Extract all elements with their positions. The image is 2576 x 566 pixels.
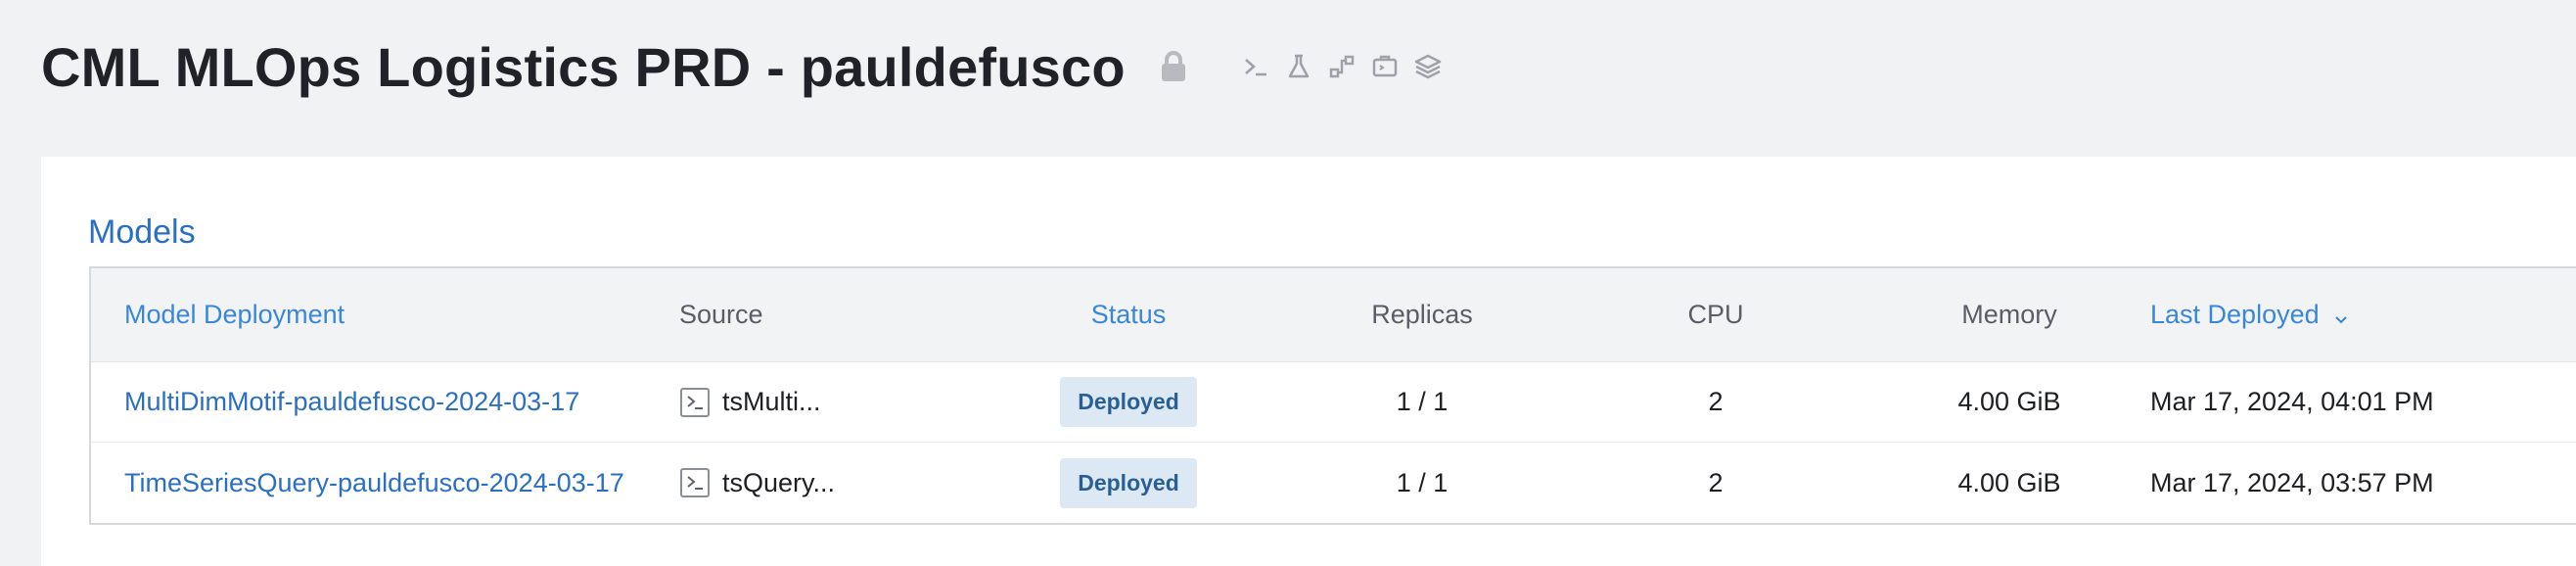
cpu-value: 2 <box>1708 467 1724 497</box>
replicas-value: 1 / 1 <box>1396 467 1449 497</box>
terminal-icon <box>679 387 711 418</box>
status-cell: Deployed <box>1055 377 1202 427</box>
column-header-status[interactable]: Status <box>1055 300 1202 330</box>
column-header-memory: Memory <box>1961 300 2057 329</box>
column-header-source: Source <box>679 300 763 329</box>
lock-icon <box>1159 50 1188 83</box>
status-badge: Deployed <box>1060 457 1197 508</box>
flask-icon[interactable] <box>1284 52 1313 81</box>
table-header: Model Deployment Source Status Replicas … <box>91 268 2576 362</box>
layers-icon[interactable] <box>1413 52 1443 81</box>
source-label[interactable]: tsQuery... <box>722 468 835 498</box>
column-header-last-deployed[interactable]: Last Deployed <box>2150 300 2351 330</box>
table-row: TimeSeriesQuery-pauldefusco-2024-03-17 t… <box>91 443 2576 523</box>
status-badge: Deployed <box>1060 377 1197 427</box>
last-deployed-value: Mar 17, 2024, 03:57 PM <box>2150 467 2434 497</box>
project-header: CML MLOps Logistics PRD - pauldefusco <box>41 29 1443 104</box>
terminal-icon[interactable] <box>1241 52 1270 81</box>
models-section-title: Models <box>88 213 196 251</box>
project-title: CML MLOps Logistics PRD - pauldefusco <box>41 35 1126 98</box>
replicas-value: 1 / 1 <box>1396 387 1449 416</box>
terminal-icon <box>679 467 711 498</box>
status-cell: Deployed <box>1055 457 1202 508</box>
last-deployed-label: Last Deployed <box>2150 300 2320 329</box>
column-header-cpu: CPU <box>1687 300 1744 329</box>
cpu-value: 2 <box>1708 387 1724 416</box>
deployment-link[interactable]: TimeSeriesQuery-pauldefusco-2024-03-17 <box>124 468 624 498</box>
models-panel: Models Model Deployment Source Status Re… <box>41 157 2576 566</box>
memory-value: 4.00 GiB <box>1957 467 2061 497</box>
source-cell: tsMulti... <box>679 387 821 418</box>
table-row: MultiDimMotif-pauldefusco-2024-03-17 tsM… <box>91 362 2576 443</box>
column-header-deployment[interactable]: Model Deployment <box>124 300 345 330</box>
project-nav-icons <box>1241 52 1443 81</box>
memory-value: 4.00 GiB <box>1957 387 2061 416</box>
source-cell: tsQuery... <box>679 467 835 498</box>
models-table: Model Deployment Source Status Replicas … <box>89 266 2576 525</box>
source-label[interactable]: tsMulti... <box>722 387 821 417</box>
jobs-icon[interactable] <box>1370 52 1400 81</box>
workflow-icon[interactable] <box>1327 52 1357 81</box>
last-deployed-value: Mar 17, 2024, 04:01 PM <box>2150 387 2434 416</box>
chevron-down-icon[interactable] <box>2331 307 2351 326</box>
column-header-replicas: Replicas <box>1371 300 1473 329</box>
deployment-link[interactable]: MultiDimMotif-pauldefusco-2024-03-17 <box>124 387 579 417</box>
